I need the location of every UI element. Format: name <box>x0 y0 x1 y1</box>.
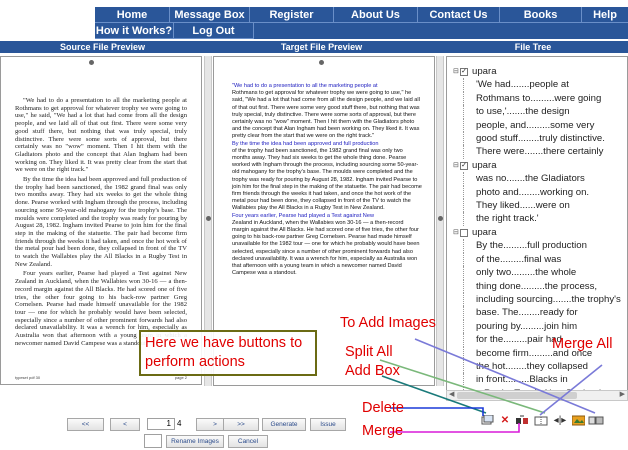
image-name-input[interactable] <box>144 434 162 448</box>
tree-leaf[interactable]: base. The........ready for <box>463 306 623 320</box>
tree-leaf[interactable]: in front.........Blacks in <box>463 373 623 387</box>
file-tree-header: File Tree <box>514 42 552 52</box>
actions-callout: Here we have buttons to perform actions <box>139 330 317 376</box>
merge-icon[interactable] <box>514 415 530 427</box>
merge-all-label: Merge All <box>552 336 613 352</box>
tree-horizontal-scrollbar[interactable]: ◀ ▶ <box>446 390 628 401</box>
scroll-thumb[interactable] <box>457 392 577 399</box>
previous-page-button[interactable]: < <box>110 418 140 431</box>
to-add-images-label: To Add Images <box>340 315 436 331</box>
tree-leaf[interactable]: pouring by.........join him <box>463 319 623 334</box>
merge-label: Merge <box>362 423 404 439</box>
generate-button[interactable]: Generate <box>262 418 306 431</box>
merge-all-icon[interactable] <box>587 415 605 427</box>
tree-node[interactable]: ⊟ ✓ upara <box>453 159 623 172</box>
nav-how-it-works[interactable]: How it Works? <box>95 23 174 39</box>
tree-leaf[interactable]: photo and........working on. <box>463 185 623 200</box>
target-paragraph[interactable]: Zealand in Auckland, when the Wallabies … <box>232 220 422 278</box>
delete-label: Delete <box>362 400 404 416</box>
tree-leaf[interactable]: to use,'.......the design <box>463 105 623 119</box>
nav-register[interactable]: Register <box>250 7 334 23</box>
target-paragraph-start[interactable]: "We had to do a presentation to all the … <box>232 83 422 90</box>
tree-leaf[interactable]: good stuff........truly distinctive. <box>463 132 623 146</box>
page-total: 4 <box>177 419 182 428</box>
nav-message-box[interactable]: Message Box <box>170 7 250 23</box>
resize-handle[interactable] <box>319 60 324 65</box>
nav-help[interactable]: Help <box>582 7 628 23</box>
tree-node[interactable]: ⊟ upara <box>453 226 623 239</box>
split-all-label: Split All <box>345 344 393 360</box>
add-images-icon[interactable] <box>571 415 585 427</box>
split-icon[interactable]: ◂|▸ <box>551 415 569 427</box>
add-box-label: Add Box <box>345 363 400 379</box>
page-number-input[interactable]: 1 <box>147 418 175 430</box>
target-page-text: "We had to do a presentation to all the … <box>232 83 422 277</box>
tree-node-checkbox[interactable]: ✓ <box>460 67 468 76</box>
collapse-icon[interactable]: ⊟ <box>453 159 460 172</box>
add-box-icon[interactable] <box>480 414 496 427</box>
tree-node-label: upara <box>472 226 497 238</box>
delete-icon[interactable]: ✕ <box>499 415 511 427</box>
tree-leaf[interactable]: There were.......there certainly <box>463 145 623 159</box>
scroll-left-icon[interactable]: ◀ <box>449 390 454 398</box>
tree-node-label: upara <box>472 159 497 171</box>
source-paragraph: "We had to do a presentation to all the … <box>15 97 187 174</box>
nav-log-out[interactable]: Log Out <box>174 23 254 39</box>
splitter-right[interactable] <box>436 56 444 386</box>
rename-images-button[interactable]: Rename Images <box>166 435 224 448</box>
top-navigation: Home Message Box Register About Us Conta… <box>95 7 628 39</box>
collapse-icon[interactable]: ⊟ <box>453 65 460 78</box>
split-all-icon[interactable] <box>533 415 549 427</box>
issue-button[interactable]: Issue <box>310 418 346 431</box>
nav-home[interactable]: Home <box>95 7 170 23</box>
tree-node-label: upara <box>472 66 497 77</box>
tree-leaf[interactable]: 'We had.......people at <box>463 78 623 92</box>
tree-leaf[interactable]: the hot........they collapsed <box>463 359 623 374</box>
scroll-right-icon[interactable]: ▶ <box>620 390 625 398</box>
nav-row-secondary: How it Works? Log Out <box>95 23 254 39</box>
nav-contact-us[interactable]: Contact Us <box>418 7 500 23</box>
tree-leaf[interactable]: thing done.........the process, <box>463 279 623 293</box>
nav-books[interactable]: Books <box>500 7 582 23</box>
nav-about-us[interactable]: About Us <box>334 7 418 23</box>
tree-leaf[interactable]: the right track.' <box>463 212 623 226</box>
tree-leaf[interactable]: of the.........final was <box>463 252 623 267</box>
collapse-icon[interactable]: ⊟ <box>453 226 460 239</box>
target-paragraph-start[interactable]: Four years earlier, Pearse had played a … <box>232 213 422 220</box>
column-header-bar: Source File Preview Target File Preview … <box>0 41 628 53</box>
target-preview-header: Target File Preview <box>280 42 363 52</box>
tree-node[interactable]: ⊟ ✓ upara <box>453 65 623 78</box>
source-footer-left: typeset pdf 30 <box>15 375 41 380</box>
target-paragraph-start[interactable]: By the time the idea had been approved a… <box>232 141 422 148</box>
tree-leaf[interactable]: By the.........full production <box>463 239 623 253</box>
tree-leaf[interactable]: only two.........the whole <box>463 266 623 280</box>
source-preview-header: Source File Preview <box>59 42 146 52</box>
resize-handle[interactable] <box>89 60 94 65</box>
target-paragraph[interactable]: Rothmans to get approval for whatever tr… <box>232 90 422 140</box>
tree-leaf[interactable]: Rothmans to.........were going <box>463 91 623 106</box>
tree-leaf[interactable]: including sourcing.......the trophy's <box>463 292 623 307</box>
source-page-text: "We had to do a presentation to all the … <box>15 97 187 350</box>
target-paragraph[interactable]: of the trophy had been sanctioned, the 1… <box>232 148 422 213</box>
nav-row-main: Home Message Box Register About Us Conta… <box>95 7 628 23</box>
tree-leaf[interactable]: was no.......the Gladiators <box>463 172 623 186</box>
tree-node-checkbox[interactable] <box>460 228 468 237</box>
tree-leaf[interactable]: They liked......were on <box>463 199 623 213</box>
tree-leaf[interactable]: people, and.........some very <box>463 118 623 133</box>
source-paragraph: By the time the idea had been approved a… <box>15 176 187 268</box>
last-page-button[interactable]: >> <box>223 418 259 431</box>
first-page-button[interactable]: << <box>67 418 104 431</box>
tree-node-checkbox[interactable]: ✓ <box>460 161 468 170</box>
cancel-button[interactable]: Cancel <box>228 435 268 448</box>
